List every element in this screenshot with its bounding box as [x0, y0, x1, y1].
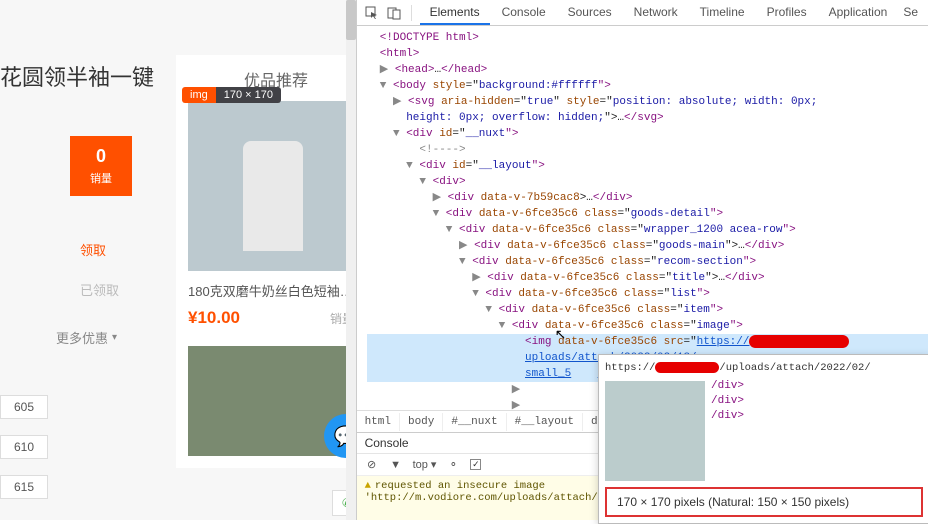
sales-stat-box: 0 销量	[70, 136, 132, 196]
device-toggle-icon[interactable]	[385, 4, 403, 22]
context-dropdown[interactable]: top ▾	[413, 458, 437, 471]
dom-line[interactable]: ▼ <div data-v-6fce35c6 class="recom-sect…	[367, 254, 928, 270]
tab-profiles[interactable]: Profiles	[757, 1, 817, 25]
sales-label: 销量	[90, 170, 112, 186]
size-option[interactable]: 610	[0, 435, 48, 459]
dom-line[interactable]: ▼ <div data-v-6fce35c6 class="goods-deta…	[367, 206, 928, 222]
filter-icon[interactable]: ▼	[389, 459, 403, 471]
devtools-tabs: Elements Console Sources Network Timelin…	[420, 1, 922, 25]
tooltip-thumbnail	[605, 381, 705, 481]
dom-line[interactable]: height: 0px; overflow: hidden;">…</svg>	[367, 110, 928, 126]
size-options: 605 610 615	[0, 395, 48, 499]
dom-line[interactable]: <img data-v-6fce35c6 src="https://	[367, 334, 928, 350]
tab-elements[interactable]: Elements	[420, 1, 490, 25]
filter-funnel-icon[interactable]: ⚬	[446, 458, 460, 471]
image-hover-tooltip: https:///uploads/attach/2022/02/ /div> /…	[598, 354, 928, 524]
tab-overflow[interactable]: Se	[899, 1, 922, 25]
page-title-fragment: 花圆领半袖一键	[0, 60, 154, 92]
size-option[interactable]: 615	[0, 475, 48, 499]
dom-tree[interactable]: ↖ <!DOCTYPE html> <html> ▶ <head>…</head…	[357, 26, 928, 410]
breadcrumb-item[interactable]: #__nuxt	[443, 413, 506, 431]
tab-console[interactable]: Console	[492, 1, 556, 25]
scrollbar-thumb[interactable]	[346, 0, 356, 40]
dom-line[interactable]: ▶ <div data-v-6fce35c6 class="goods-main…	[367, 238, 928, 254]
more-discount-label: 更多优惠	[56, 328, 108, 347]
product-name[interactable]: 180克双磨牛奶丝白色短袖…	[188, 281, 356, 300]
dom-line[interactable]: ▼ <div data-v-6fce35c6 class="list">	[367, 286, 928, 302]
chevron-down-icon: ▾	[431, 458, 437, 471]
tab-timeline[interactable]: Timeline	[690, 1, 755, 25]
console-drawer-label: Console	[365, 436, 409, 450]
product-price: ¥10.00	[188, 308, 240, 328]
dom-line[interactable]: ▶ <div data-v-6fce35c6 class="title">…</…	[367, 270, 928, 286]
product-image[interactable]: img 170 × 170	[188, 101, 356, 271]
dom-line[interactable]: ▶ <head>…</head>	[367, 62, 928, 78]
dom-line[interactable]: ▼ <div id="__layout">	[367, 158, 928, 174]
badge-dims: 170 × 170	[216, 87, 281, 103]
dom-line[interactable]: ▼ <div data-v-6fce35c6 class="wrapper_12…	[367, 222, 928, 238]
badge-tag: img	[182, 87, 216, 103]
dom-line[interactable]: ▼ <div>	[367, 174, 928, 190]
dom-line[interactable]: ▼ <div data-v-6fce35c6 class="image">	[367, 318, 928, 334]
clear-console-icon[interactable]: ⊘	[365, 458, 379, 471]
inspect-element-icon[interactable]	[363, 4, 381, 22]
dom-line[interactable]: ▼ <div id="__nuxt">	[367, 126, 928, 142]
dom-line[interactable]: ▼ <body style="background:#ffffff">	[367, 78, 928, 94]
dom-line[interactable]: <!DOCTYPE html>	[367, 30, 928, 46]
more-discount-toggle[interactable]: 更多优惠 ▾	[56, 328, 117, 347]
breadcrumb-item[interactable]: html	[357, 413, 400, 431]
coupon-got-label: 已领取	[80, 280, 119, 299]
devtools-toolbar: Elements Console Sources Network Timelin…	[357, 0, 928, 26]
inspect-overlay-badge: img 170 × 170	[182, 87, 281, 103]
chevron-down-icon: ▾	[112, 332, 117, 343]
dom-line[interactable]: ▶ <svg aria-hidden="true" style="positio…	[367, 94, 928, 110]
breadcrumb-item[interactable]: body	[400, 413, 443, 431]
page-scrollbar[interactable]	[346, 0, 356, 520]
dom-line[interactable]: ▼ <div data-v-6fce35c6 class="item">	[367, 302, 928, 318]
size-option[interactable]: 605	[0, 395, 48, 419]
sales-count: 0	[96, 146, 106, 167]
tab-network[interactable]: Network	[624, 1, 688, 25]
dom-line[interactable]: ▶ <div data-v-7b59cac8>…</div>	[367, 190, 928, 206]
preserve-log-checkbox[interactable]: ✓	[470, 459, 481, 470]
dom-line[interactable]: <html>	[367, 46, 928, 62]
coupon-get-link[interactable]: 领取	[80, 240, 106, 259]
tooltip-url: https:///uploads/attach/2022/02/	[599, 355, 928, 375]
console-warning-line: requested an insecure image	[375, 480, 545, 492]
tab-sources[interactable]: Sources	[558, 1, 622, 25]
dom-line[interactable]: <!---->	[367, 142, 928, 158]
redacted-host	[655, 362, 719, 373]
tooltip-dimensions: 170 × 170 pixels (Natural: 150 × 150 pix…	[605, 487, 923, 517]
page-viewport: 花圆领半袖一键 0 销量 领取 已领取 更多优惠 ▾ 605 610 615 优…	[0, 0, 356, 520]
warning-icon: ▲	[365, 480, 371, 492]
recommend-card: 优品推荐 img 170 × 170 180克双磨牛奶丝白色短袖… ¥10.00…	[176, 55, 356, 468]
breadcrumb-item[interactable]: #__layout	[507, 413, 583, 431]
tab-application[interactable]: Application	[819, 1, 898, 25]
